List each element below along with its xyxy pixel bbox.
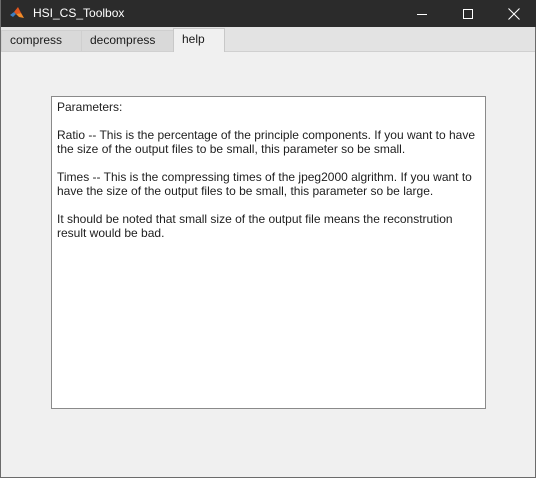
help-heading: Parameters:: [57, 100, 123, 114]
tab-decompress[interactable]: decompress: [81, 30, 174, 51]
tab-help[interactable]: help: [173, 28, 225, 52]
minimize-icon: [417, 9, 427, 19]
help-text-box[interactable]: Parameters: Ratio -- This is the percent…: [51, 96, 486, 409]
app-window: HSI_CS_Toolbox compress decompress help: [0, 0, 536, 478]
tab-compress[interactable]: compress: [1, 30, 82, 51]
tab-strip: compress decompress help: [1, 27, 535, 52]
matlab-logo-icon: [9, 5, 25, 21]
maximize-button[interactable]: [445, 0, 491, 27]
title-bar[interactable]: HSI_CS_Toolbox: [1, 0, 536, 27]
close-button[interactable]: [491, 0, 536, 27]
help-ratio-text: Ratio -- This is the percentage of the p…: [57, 128, 476, 156]
close-icon: [508, 7, 520, 20]
maximize-icon: [463, 8, 473, 19]
window-title: HSI_CS_Toolbox: [33, 6, 125, 20]
help-times-text: Times -- This is the compressing times o…: [57, 170, 472, 198]
minimize-button[interactable]: [399, 0, 445, 27]
help-note-text: It should be noted that small size of th…: [57, 212, 453, 240]
